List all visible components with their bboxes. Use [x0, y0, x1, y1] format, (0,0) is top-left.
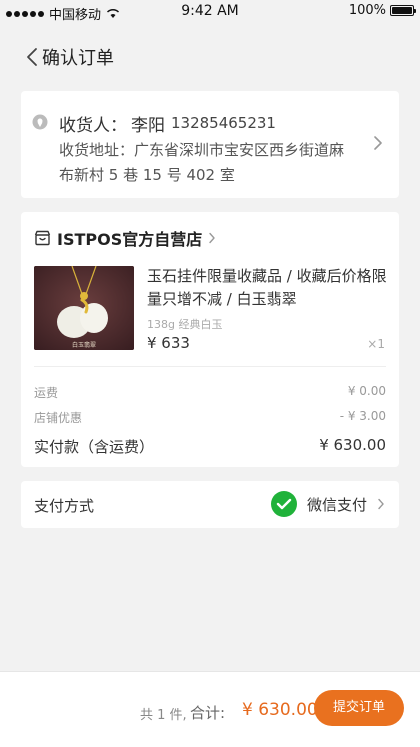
actual-payment-value: ¥ 630.00	[319, 436, 386, 454]
wechat-pay-icon	[270, 491, 297, 517]
nav-bar: 确认订单	[0, 36, 420, 76]
jade-pendant-image: 白玉翡翠	[34, 266, 134, 350]
receiver: 收货人： 李阳	[59, 111, 165, 136]
checkout-bar: 共 1 件, 合计: ¥ 630.00 提交订单	[0, 671, 420, 747]
product-price: ¥ 633	[147, 334, 190, 352]
total-amount: ¥ 630.00	[242, 700, 318, 720]
chevron-left-icon	[27, 48, 37, 66]
battery-percent: 100%	[348, 3, 386, 18]
receiver-label: 收货人：	[59, 116, 127, 136]
payment-label: 支付方式	[34, 497, 95, 515]
image-caption: 白玉翡翠	[72, 341, 96, 349]
product-spec: 138g 经典白玉	[147, 318, 223, 331]
product-title: 玉石挂件限量收藏品 / 收藏后价格限量只增不减 / 白玉翡翠	[147, 267, 387, 308]
actual-payment-row: 实付款（含运费） ¥ 630.00	[34, 436, 386, 457]
payment-card: 支付方式 微信支付	[21, 481, 399, 528]
store-name: ISTPOS官方自营店	[57, 230, 203, 249]
location-pin-icon	[32, 114, 48, 130]
store-icon	[34, 230, 51, 246]
status-right: 100%	[348, 3, 416, 18]
address-text: 收货地址：广东省深圳市宝安区西乡街道麻布新村 5 巷 15 号 402 室	[59, 141, 345, 184]
discount-value: - ¥ 3.00	[339, 409, 386, 423]
item-count: 共 1 件,	[140, 708, 187, 723]
divider	[34, 366, 386, 367]
order-card: ISTPOS官方自营店 白玉翡翠 玉石挂件限量收藏品 / 收藏后价格限量只增不减…	[21, 212, 399, 467]
shipping-label: 运费	[34, 386, 59, 400]
receiver-name: 李阳	[131, 116, 165, 136]
shipping-value: ¥ 0.00	[347, 384, 386, 398]
product-image[interactable]: 白玉翡翠	[34, 266, 134, 350]
chevron-right-icon	[374, 136, 382, 150]
actual-payment-label: 实付款（含运费）	[34, 438, 155, 456]
status-bar: 中国移动 9:42 AM 100%	[0, 0, 420, 24]
battery-icon	[390, 5, 416, 16]
discount-row: 店铺优惠 - ¥ 3.00	[34, 409, 386, 426]
back-button[interactable]: 确认订单	[26, 44, 114, 70]
chevron-right-icon	[378, 498, 384, 510]
shipping-row: 运费 ¥ 0.00	[34, 384, 386, 401]
product-quantity: ×1	[367, 337, 385, 351]
store-header[interactable]: ISTPOS官方自营店	[34, 226, 216, 250]
discount-label: 店铺优惠	[34, 411, 83, 425]
payment-method-selector[interactable]: 微信支付	[270, 491, 385, 517]
submit-order-button[interactable]: 提交订单	[314, 690, 404, 726]
page-title: 确认订单	[42, 48, 114, 69]
address-card[interactable]: 收货人： 李阳 13285465231 收货地址：广东省深圳市宝安区西乡街道麻布新…	[21, 91, 399, 198]
total-label: 合计:	[190, 704, 226, 722]
chevron-right-icon	[209, 232, 215, 244]
receiver-phone: 13285465231	[171, 114, 276, 132]
payment-method: 微信支付	[306, 495, 367, 514]
